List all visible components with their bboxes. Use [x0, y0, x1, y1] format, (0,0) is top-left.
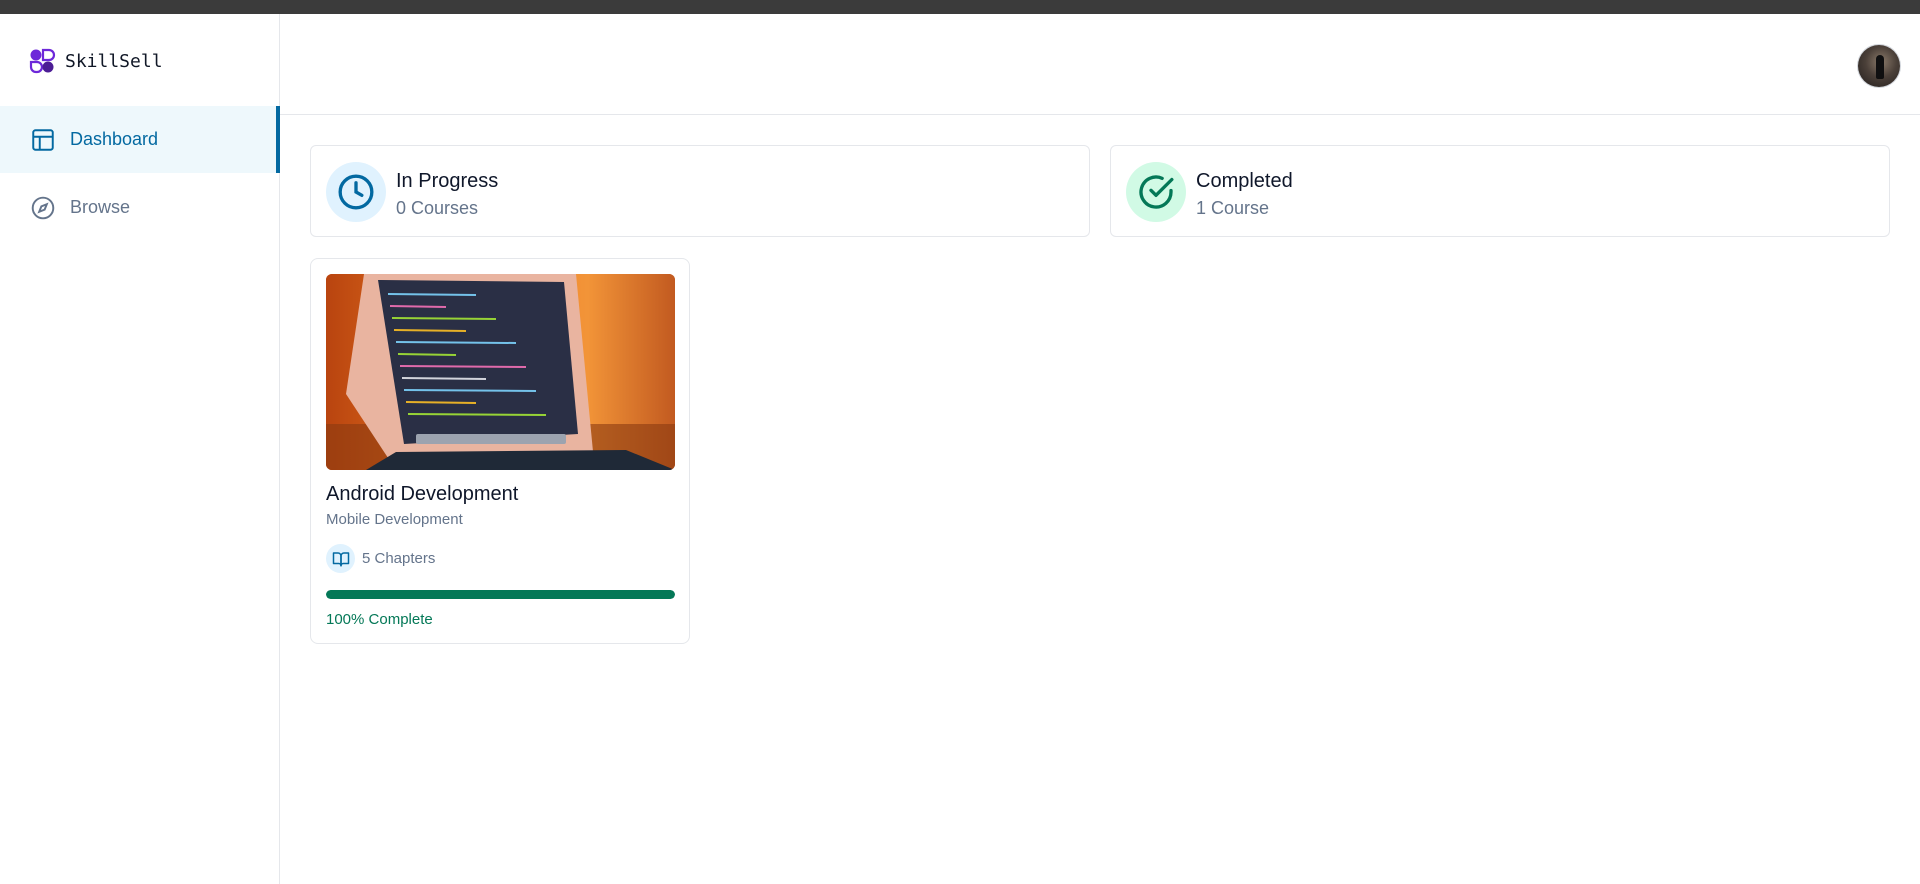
completed-count: 1 Course: [1196, 198, 1270, 218]
top-header: [280, 14, 1920, 115]
book-open-icon: [332, 551, 349, 566]
sidebar-item-label: Dashboard: [70, 129, 159, 149]
course-category: Mobile Development: [326, 511, 463, 528]
sidebar-item-browse[interactable]: Browse: [0, 174, 280, 241]
course-progress-label: 100% Complete: [326, 611, 433, 628]
sidebar: SkillSell Dashboard Browse: [0, 14, 280, 884]
layout-icon: [32, 128, 54, 151]
course-card[interactable]: Android Development Mobile Development 5…: [310, 258, 690, 644]
completed-title: Completed: [1196, 170, 1293, 192]
laptop-code-image: [326, 274, 675, 470]
user-avatar[interactable]: [1858, 45, 1900, 87]
avatar-figure: [1876, 55, 1884, 79]
sidebar-item-label: Browse: [70, 197, 131, 217]
clock-icon: [338, 174, 374, 210]
course-progress-fill: [326, 590, 675, 599]
in-progress-icon-wrap: [326, 162, 386, 222]
course-chapters: 5 Chapters: [326, 544, 435, 573]
app-name: SkillSell: [65, 50, 163, 72]
course-thumbnail: [326, 274, 675, 470]
check-circle-icon: [1139, 175, 1174, 209]
in-progress-count: 0 Courses: [396, 198, 479, 218]
completed-icon-wrap: [1126, 162, 1186, 222]
app-logo[interactable]: SkillSell: [28, 46, 163, 76]
book-icon-wrap: [326, 544, 355, 573]
course-title: Android Development: [326, 483, 519, 505]
logo-icon: [29, 48, 56, 74]
compass-icon: [31, 196, 55, 219]
chapters-count: 5 Chapters: [362, 550, 436, 567]
sidebar-item-dashboard[interactable]: Dashboard: [0, 106, 280, 173]
in-progress-card: In Progress 0 Courses: [310, 145, 1090, 237]
course-progress-bar: [326, 590, 675, 599]
completed-card: Completed 1 Course: [1110, 145, 1890, 237]
in-progress-title: In Progress: [396, 170, 499, 192]
browser-top-bar: [0, 0, 1920, 14]
